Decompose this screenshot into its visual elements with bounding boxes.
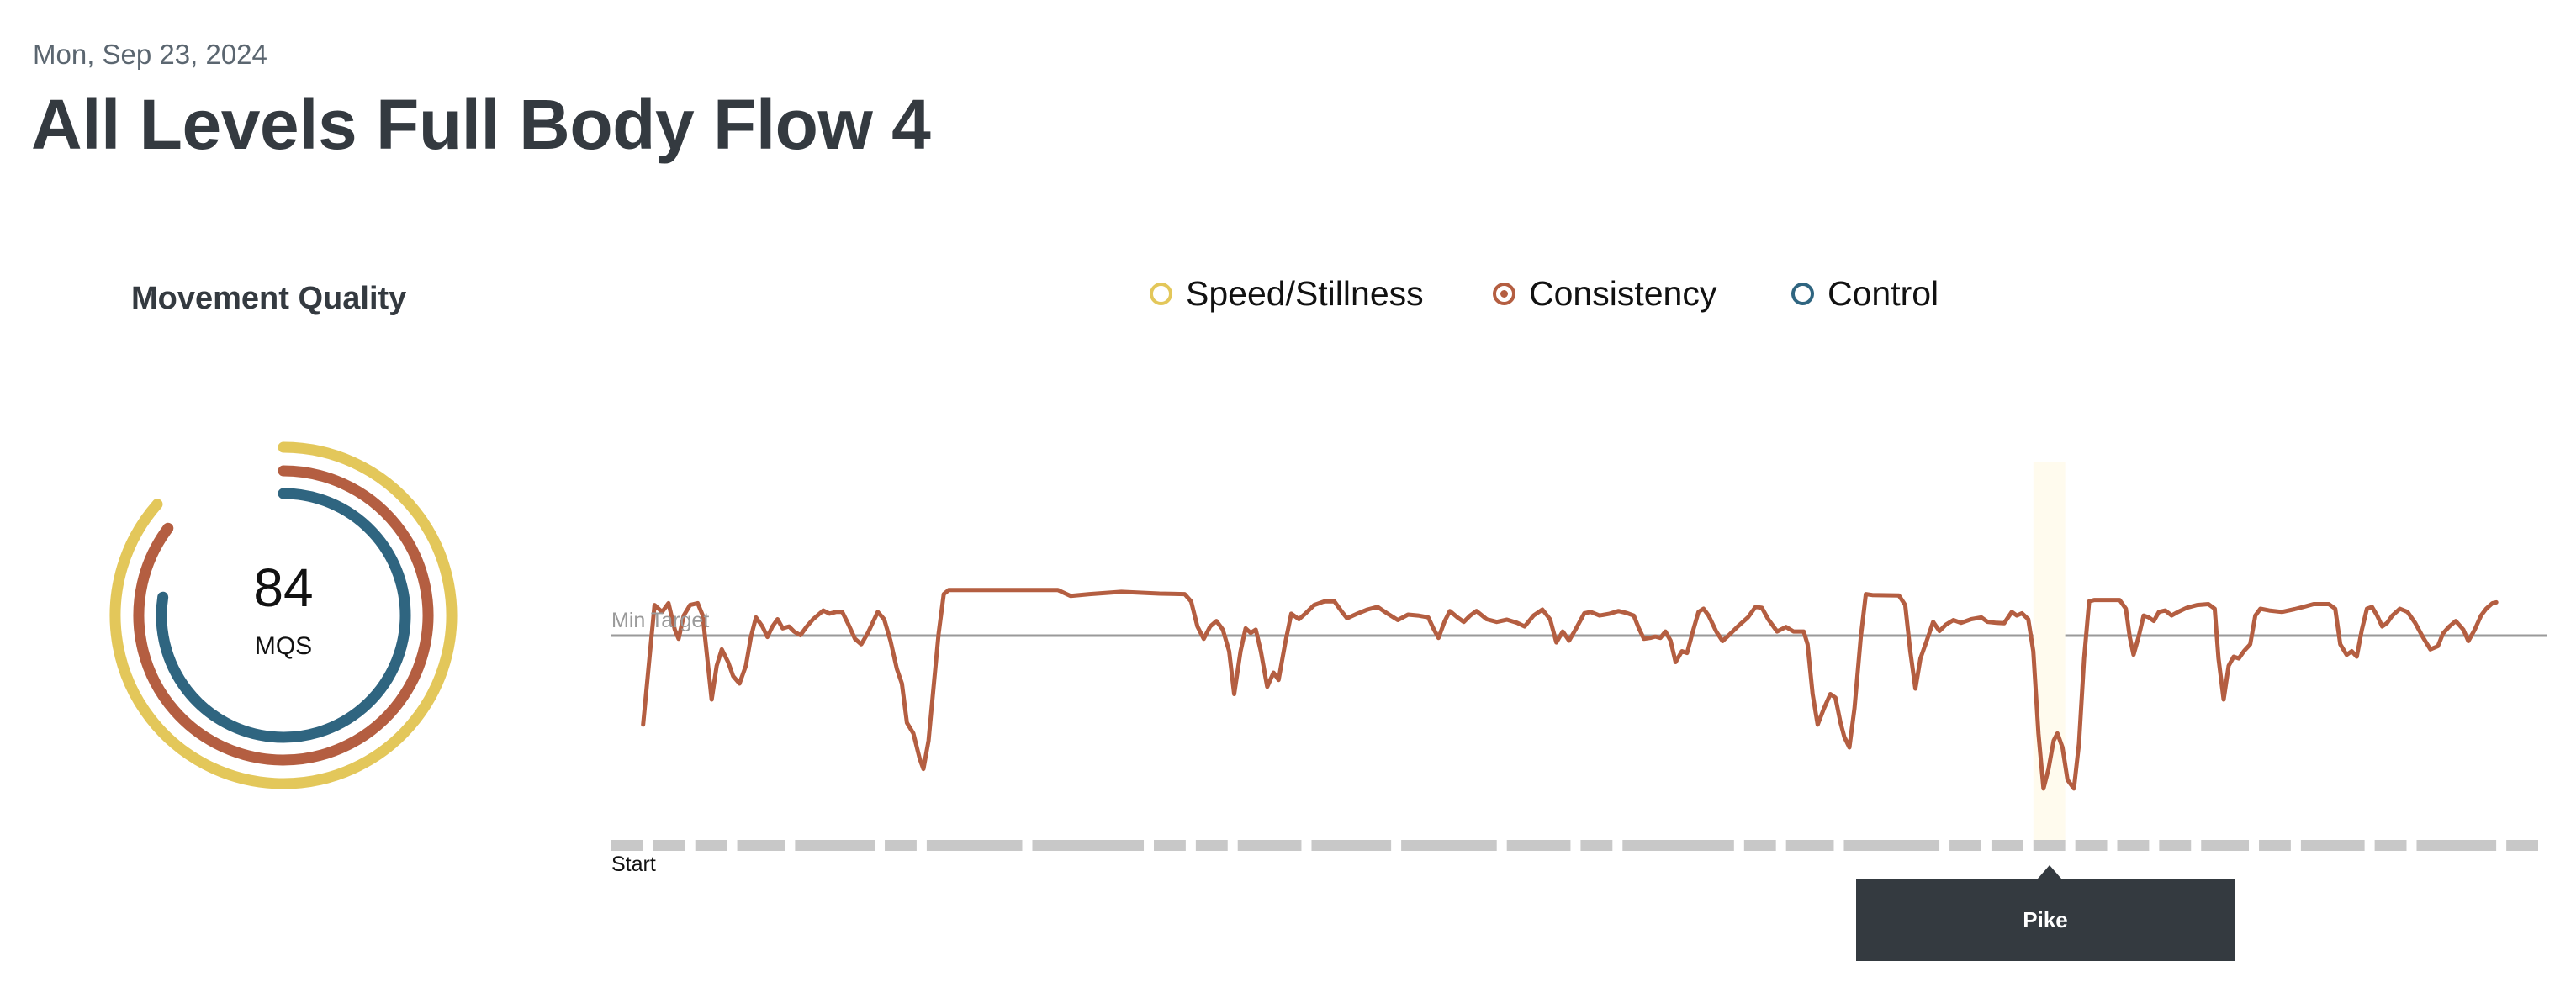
timeline-segment-29[interactable] [2416, 840, 2497, 851]
timeline-segment-13[interactable] [1506, 840, 1571, 851]
segment-tooltip: Pike [1856, 879, 2235, 961]
timeline-segment-11[interactable] [1311, 840, 1392, 851]
timeline-segment-6[interactable] [926, 840, 1023, 851]
timeline-segment-14[interactable] [1580, 840, 1613, 851]
timeline-segment-10[interactable] [1237, 840, 1302, 851]
timeline-segment-19[interactable] [1949, 840, 1981, 851]
highlight-band [2033, 462, 2066, 846]
timeline-segment-20[interactable] [1991, 840, 2023, 851]
consistency-series-line [641, 588, 2499, 791]
timeline-segment-18[interactable] [1843, 840, 1940, 851]
start-label: Start [611, 853, 656, 876]
timeline-segment-25[interactable] [2201, 840, 2250, 851]
timeline-segment-27[interactable] [2300, 840, 2365, 851]
timeline-segment-12[interactable] [1401, 840, 1497, 851]
timeline-segment-22[interactable] [2075, 840, 2108, 851]
min-target-label: Min Target [611, 609, 710, 632]
timeline-segment-0[interactable] [611, 840, 643, 851]
timeline-segment-8[interactable] [1154, 840, 1186, 851]
timeline-segment-28[interactable] [2374, 840, 2407, 851]
timeline-segment-24[interactable] [2159, 840, 2192, 851]
timeline-segment-2[interactable] [695, 840, 727, 851]
consistency-line-chart [611, 462, 2547, 851]
timeline-segment-1[interactable] [653, 840, 685, 851]
timeline-segment-3[interactable] [737, 840, 785, 851]
timeline-segment-5[interactable] [885, 840, 917, 851]
timeline-segment-23[interactable] [2117, 840, 2150, 851]
timeline-segment-7[interactable] [1032, 840, 1145, 851]
timeline-segment-9[interactable] [1195, 840, 1228, 851]
timeline-segment-30[interactable] [2506, 840, 2538, 851]
timeline-segment-17[interactable] [1785, 840, 1834, 851]
timeline-segment-4[interactable] [795, 840, 875, 851]
timeline-segment-16[interactable] [1743, 840, 1776, 851]
tooltip-arrow [2037, 865, 2061, 879]
timeline-segment-15[interactable] [1622, 840, 1734, 851]
timeline-segment-26[interactable] [2259, 840, 2291, 851]
timeline-segment-21[interactable] [2033, 840, 2066, 851]
